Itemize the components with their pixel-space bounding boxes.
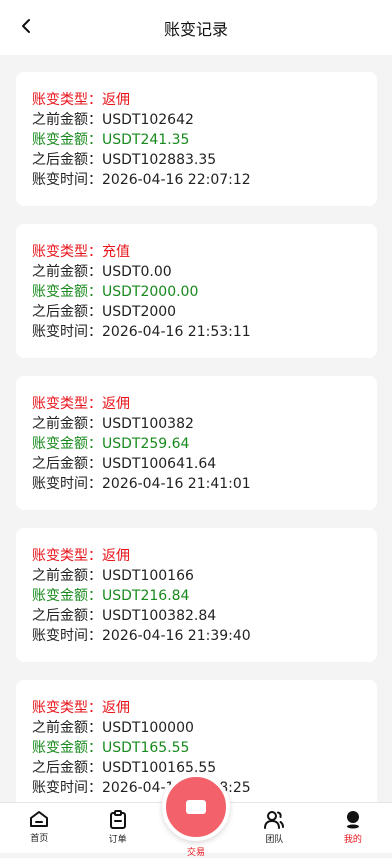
record-before: 之前金额：USDT0.00 — [32, 264, 172, 280]
tab-mine-label: 我的 — [343, 835, 362, 845]
record-list: 账变类型：返佣 之前金额：USDT102642 账变金额：USDT241.35 … — [16, 72, 377, 832]
record-card: 账变类型：返佣 之前金额：USDT102642 账变金额：USDT241.35 … — [16, 72, 377, 206]
tab-team-label: 团队 — [265, 835, 284, 845]
record-type: 账变类型：返佣 — [32, 700, 130, 716]
chevron-left-icon — [22, 19, 30, 33]
record-after: 之后金额：USDT100641.64 — [32, 456, 217, 472]
record-card: 账变类型：返佣 之前金额：USDT100166 账变金额：USDT216.84 … — [16, 528, 377, 662]
record-time: 账变时间：2026-04-16 21:39:40 — [32, 628, 251, 644]
record-before: 之前金额：USDT100166 — [32, 568, 194, 584]
record-card: 账变类型：返佣 之前金额：USDT100382 账变金额：USDT259.64 … — [16, 376, 377, 510]
record-change: 账变金额：USDT216.84 — [32, 588, 190, 604]
tab-home-label: 首页 — [30, 834, 49, 844]
record-type: 账变类型：返佣 — [32, 396, 130, 412]
record-time: 账变时间：2026-04-16 22:07:12 — [32, 172, 251, 188]
user-icon — [346, 811, 359, 829]
record-change: 账变金额：USDT241.35 — [32, 132, 190, 148]
record-after: 之后金额：USDT102883.35 — [32, 152, 217, 168]
tab-orders[interactable]: 订单 — [78, 803, 156, 853]
team-icon — [264, 811, 285, 829]
trade-icon — [186, 800, 206, 814]
trade-fab-button[interactable] — [162, 773, 230, 841]
record-time: 账变时间：2026-04-16 21:53:11 — [32, 324, 251, 340]
record-change: 账变金额：USDT165.55 — [32, 740, 190, 756]
record-change: 账变金额：USDT259.64 — [32, 436, 190, 452]
record-change: 账变金额：USDT2000.00 — [32, 284, 199, 300]
tab-orders-label: 订单 — [108, 835, 127, 845]
record-card: 账变类型：充值 之前金额：USDT0.00 账变金额：USDT2000.00 之… — [16, 224, 377, 358]
record-before: 之前金额：USDT100000 — [32, 720, 194, 736]
record-after: 之后金额：USDT2000 — [32, 304, 177, 320]
record-before: 之前金额：USDT102642 — [32, 112, 194, 128]
clipboard-icon — [109, 810, 126, 829]
tab-mine[interactable]: 我的 — [314, 803, 392, 853]
top-bar: 账变记录 — [0, 0, 392, 55]
record-type: 账变类型：返佣 — [32, 548, 130, 564]
tab-home[interactable]: 首页 — [0, 803, 78, 853]
home-icon — [30, 811, 49, 827]
record-time: 账变时间：2026-04-16 21:41:01 — [32, 476, 251, 492]
back-button[interactable] — [14, 14, 38, 38]
record-after: 之后金额：USDT100382.84 — [32, 608, 217, 624]
tab-team[interactable]: 团队 — [235, 803, 313, 853]
tab-trade-label: 交易 — [187, 848, 206, 858]
page-title: 账变记录 — [163, 19, 228, 39]
record-before: 之前金额：USDT100382 — [32, 416, 194, 432]
record-type: 账变类型：返佣 — [32, 92, 130, 108]
record-type: 账变类型：充值 — [32, 244, 130, 260]
